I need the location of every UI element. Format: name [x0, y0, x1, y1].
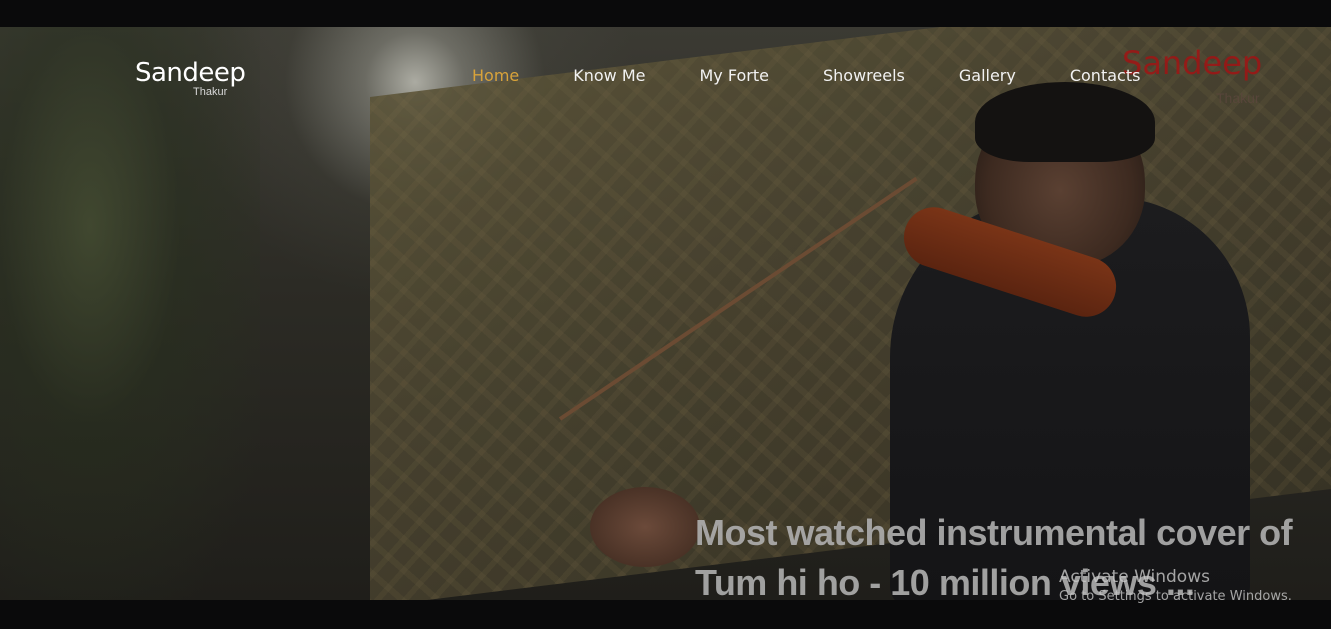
watermark-name: Sandeep	[1122, 44, 1263, 82]
main-nav: Home Know Me My Forte Showreels Gallery …	[472, 66, 1140, 88]
nav-item-home[interactable]: Home	[472, 66, 519, 88]
video-watermark-logo: Sandeep Thakur	[1122, 44, 1292, 108]
nav-item-gallery[interactable]: Gallery	[959, 66, 1016, 88]
activate-subtitle: Go to Settings to activate Windows.	[1059, 589, 1292, 604]
violinist-hands	[590, 487, 700, 567]
nav-item-my-forte[interactable]: My Forte	[700, 66, 769, 88]
nav-item-showreels[interactable]: Showreels	[823, 66, 905, 88]
site-logo[interactable]: Sandeep Thakur	[135, 56, 246, 100]
watermark-sub: Thakur	[1216, 90, 1260, 106]
headline-line-1: Most watched instrumental cover of	[695, 512, 1293, 553]
top-letterbox-bar	[0, 0, 1331, 27]
nav-item-know-me[interactable]: Know Me	[573, 66, 645, 88]
trees-backdrop	[0, 27, 260, 600]
activate-title: Activate Windows	[1059, 567, 1210, 587]
nav-item-contacts[interactable]: Contacts	[1070, 66, 1141, 88]
activate-windows-notice: Activate Windows Go to Settings to activ…	[1059, 566, 1319, 606]
logo-sub: Thakur	[193, 86, 228, 98]
logo-name: Sandeep	[135, 58, 246, 88]
